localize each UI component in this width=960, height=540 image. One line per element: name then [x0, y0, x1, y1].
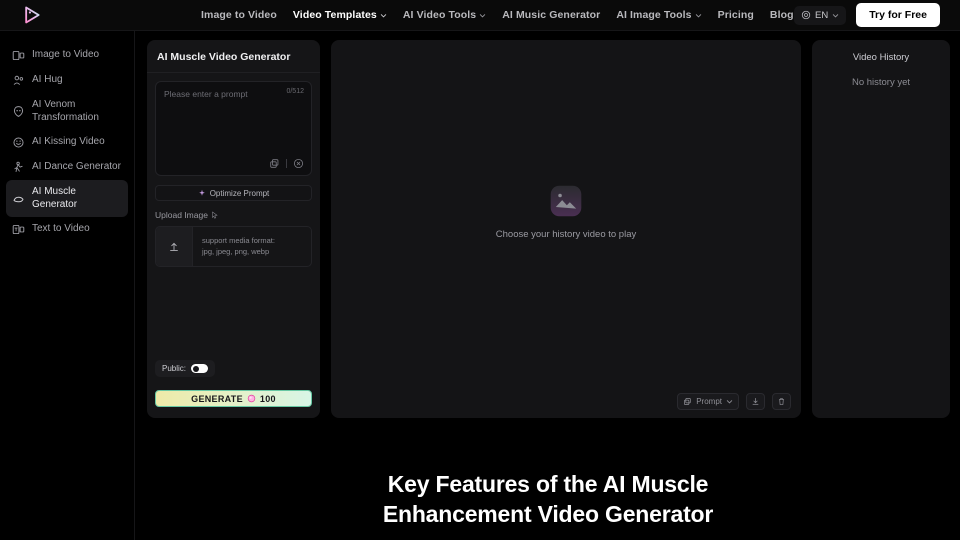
download-button[interactable] [746, 392, 765, 410]
chevron-down-icon [726, 399, 733, 404]
cursor-arrow-icon [212, 211, 218, 219]
upload-image-label: Upload Image [155, 210, 312, 220]
chevron-down-icon [695, 12, 702, 19]
generate-button[interactable]: GENERATE 100 [155, 390, 312, 407]
public-toggle[interactable]: Public: [155, 360, 216, 377]
generate-cost: 100 [259, 393, 276, 404]
kissing-icon [12, 136, 25, 149]
upload-hint-line1: support media format: [202, 235, 275, 245]
nav-label: Pricing [717, 9, 754, 21]
features-heading: Key Features of the AI Muscle Enhancemen… [136, 470, 960, 530]
header-actions: EN Try for Free [794, 3, 960, 27]
sparkle-icon [198, 189, 205, 196]
sidebar-item-ai-dance-generator[interactable]: AI Dance Generator [6, 155, 128, 180]
player-empty-state: Choose your history video to play [331, 40, 801, 384]
generator-body: Please enter a prompt 0/512 Optimize Pro… [147, 73, 320, 415]
optimize-label: Optimize Prompt [209, 188, 270, 198]
download-icon [752, 397, 759, 405]
sidebar-item-label: AI Kissing Video [32, 136, 105, 148]
upload-hint-line2: jpg, jpeg, png, webp [202, 246, 270, 256]
prompt-input[interactable]: Please enter a prompt 0/512 [155, 81, 312, 176]
nav-item-image-to-video[interactable]: Image to Video [201, 9, 277, 21]
optimize-prompt-button[interactable]: Optimize Prompt [155, 185, 312, 201]
nav-item-ai-video-tools[interactable]: AI Video Tools [403, 9, 486, 21]
history-title: Video History [852, 52, 910, 63]
sidebar-item-label: Image to Video [32, 49, 100, 61]
nav-item-pricing[interactable]: Pricing [718, 9, 754, 21]
language-selector[interactable]: EN [794, 5, 847, 25]
trash-icon [778, 397, 785, 405]
nav-item-video-templates[interactable]: Video Templates [293, 9, 387, 21]
chevron-down-icon [479, 12, 486, 19]
sidebar-item-ai-venom-transformation[interactable]: AI Venom Transformation [6, 93, 128, 130]
globe-icon [801, 10, 811, 20]
upload-icon [156, 227, 193, 266]
prompt-placeholder: Please enter a prompt [164, 89, 248, 99]
generate-label: GENERATE [191, 393, 243, 404]
generator-panel: AI Muscle Video Generator Please enter a… [147, 40, 320, 418]
text-video-icon [12, 223, 25, 236]
muscle-icon [12, 192, 25, 205]
nav-label: AI Music Generator [502, 9, 601, 21]
sidebar-item-label: AI Venom Transformation [32, 99, 99, 123]
sidebar-item-label: AI Hug [32, 74, 63, 86]
sidebar-item-label: AI Muscle Generator [32, 186, 78, 210]
toggle-knob [200, 365, 208, 372]
language-label: EN [815, 9, 829, 21]
copy-icon[interactable] [268, 157, 281, 170]
nav-label: Blog [769, 9, 794, 21]
nav-item-ai-image-tools[interactable]: AI Image Tools [616, 9, 701, 21]
prompt-tools [268, 157, 305, 170]
chevron-down-icon [380, 12, 387, 19]
try-for-free-button[interactable]: Try for Free [856, 3, 940, 27]
toggle-switch[interactable] [191, 364, 209, 373]
image-video-icon [12, 49, 25, 62]
upload-hint: support media format: jpg, jpeg, png, we… [193, 236, 275, 258]
video-player-panel: Choose your history video to play Prompt [331, 40, 801, 418]
player-empty-text: Choose your history video to play [495, 229, 637, 240]
features-heading-line2: Enhancement Video Generator [382, 500, 714, 527]
main-nav: Image to Video Video Templates AI Video … [201, 9, 794, 21]
hug-icon [12, 74, 25, 87]
top-navbar: Image to Video Video Templates AI Video … [0, 0, 960, 31]
sidebar-item-label: Text to Video [32, 223, 90, 235]
features-heading-line1: Key Features of the AI Muscle [387, 471, 709, 497]
logo-container[interactable] [0, 5, 136, 25]
chevron-down-icon [832, 12, 839, 19]
copy-icon [684, 397, 691, 405]
panel-title: AI Muscle Video Generator [147, 40, 320, 73]
upload-label-text: Upload Image [155, 210, 208, 220]
sidebar-item-ai-hug[interactable]: AI Hug [6, 68, 128, 93]
sidebar-item-label: AI Dance Generator [32, 161, 121, 173]
divider [286, 159, 287, 168]
credit-coin-icon [247, 394, 256, 403]
char-counter: 0/512 [286, 88, 304, 95]
sidebar-item-ai-kissing-video[interactable]: AI Kissing Video [6, 130, 128, 155]
nav-item-ai-music-generator[interactable]: AI Music Generator [502, 9, 600, 21]
image-placeholder-icon [550, 185, 582, 217]
play-triangle-logo-icon [25, 6, 40, 24]
nav-label: Video Templates [292, 9, 377, 21]
sidebar-item-image-to-video[interactable]: Image to Video [6, 43, 128, 68]
nav-item-blog[interactable]: Blog [770, 9, 794, 21]
nav-label: AI Image Tools [616, 9, 692, 21]
history-empty-text: No history yet [851, 77, 911, 88]
upload-dropzone[interactable]: support media format: jpg, jpeg, png, we… [155, 226, 312, 267]
prompt-button-label: Prompt [696, 396, 722, 406]
prompt-dropdown-button[interactable]: Prompt [677, 392, 739, 410]
venom-icon [12, 105, 25, 118]
clear-icon[interactable] [292, 157, 305, 170]
app-root: Image to Video Video Templates AI Video … [0, 0, 960, 540]
nav-label: AI Video Tools [402, 9, 477, 21]
public-label: Public: [162, 364, 187, 373]
sidebar-item-text-to-video[interactable]: Text to Video [6, 217, 128, 242]
sidebar: Image to Video AI Hug AI Venom Transform… [0, 31, 135, 540]
sidebar-item-ai-muscle-generator[interactable]: AI Muscle Generator [6, 180, 128, 217]
nav-label: Image to Video [201, 9, 277, 21]
video-history-panel: Video History No history yet [812, 40, 950, 418]
delete-button[interactable] [772, 392, 791, 410]
player-toolbar: Prompt [331, 384, 801, 418]
dance-icon [12, 161, 25, 174]
